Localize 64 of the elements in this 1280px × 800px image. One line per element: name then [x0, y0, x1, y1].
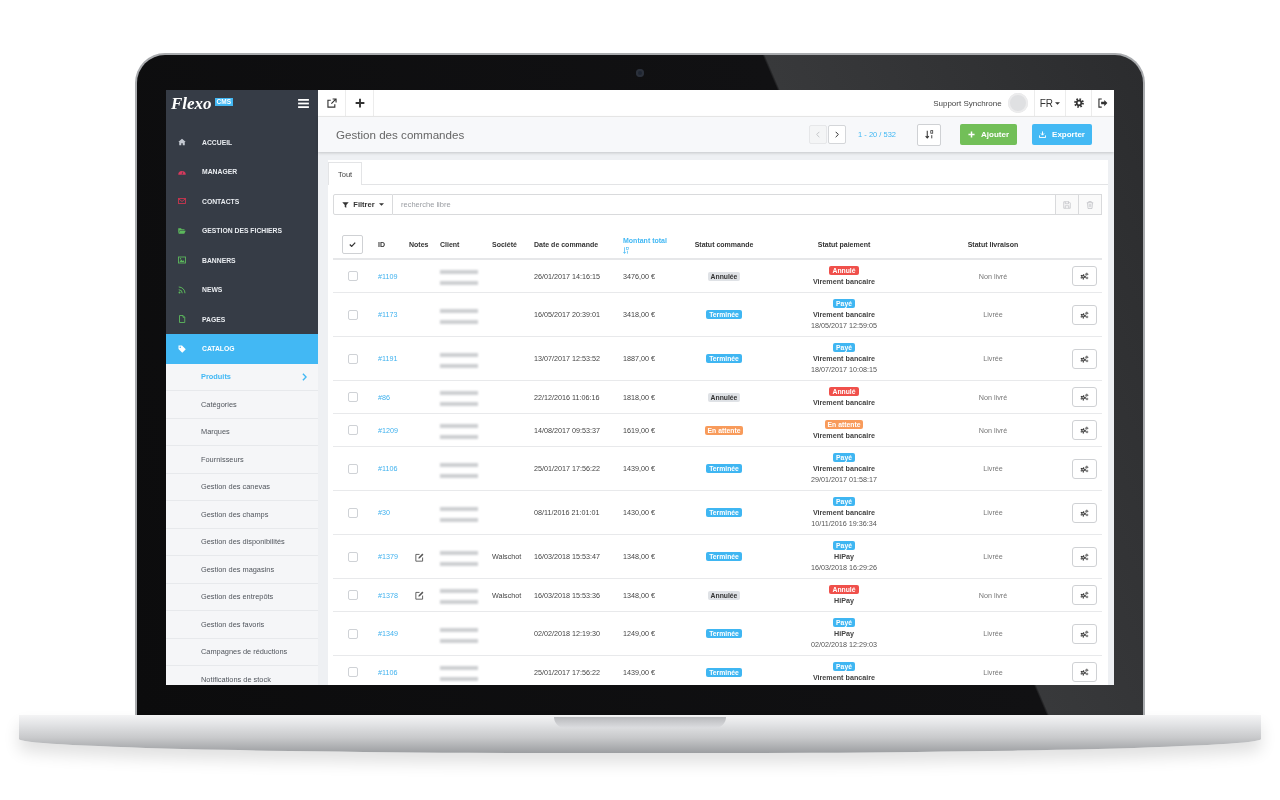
- gears-icon: [1080, 552, 1089, 561]
- sort-button[interactable]: [917, 123, 941, 146]
- image-icon: [178, 256, 186, 265]
- folder-icon: [178, 226, 186, 235]
- row-checkbox[interactable]: [348, 353, 358, 364]
- sort-icon: [623, 246, 629, 254]
- actions-button[interactable]: [1072, 266, 1097, 286]
- home-icon: [178, 138, 186, 147]
- actions-button[interactable]: [1072, 304, 1097, 325]
- row-checkbox[interactable]: [348, 628, 358, 639]
- row-checkbox[interactable]: [348, 551, 358, 562]
- row-checkbox[interactable]: [348, 271, 358, 281]
- chevron-right-icon: [835, 131, 840, 138]
- settings-icon: [1073, 98, 1084, 108]
- actions-button[interactable]: [1072, 623, 1097, 644]
- row-checkbox[interactable]: [348, 309, 358, 320]
- actions-button[interactable]: [1072, 546, 1097, 567]
- row-checkbox[interactable]: [348, 507, 358, 518]
- row-checkbox[interactable]: [348, 463, 358, 474]
- file-icon: [178, 315, 186, 324]
- caret-icon: [1055, 101, 1060, 105]
- row-checkbox[interactable]: [348, 667, 358, 677]
- page-title: Gestion des commandes: [336, 128, 466, 141]
- plus-icon: [354, 98, 365, 108]
- filter-icon: [342, 201, 350, 208]
- envelope-icon: [178, 197, 186, 206]
- gears-icon: [1080, 591, 1089, 599]
- actions-button[interactable]: [1072, 420, 1097, 440]
- logo-text: Flexo: [171, 95, 212, 112]
- gears-icon: [1080, 310, 1089, 319]
- edit-icon[interactable]: [415, 591, 424, 601]
- caret-icon: [378, 203, 384, 206]
- actions-button[interactable]: [1072, 585, 1097, 605]
- actions-button[interactable]: [1072, 458, 1097, 479]
- logout-icon: [1098, 98, 1108, 108]
- chevron-left-icon: [816, 131, 821, 138]
- actions-button[interactable]: [1072, 348, 1097, 369]
- gears-icon: [1080, 426, 1089, 434]
- edit-icon[interactable]: [415, 552, 424, 562]
- row-checkbox[interactable]: [348, 425, 358, 435]
- gears-icon: [1080, 668, 1089, 676]
- gears-icon: [1080, 272, 1089, 280]
- menu-icon[interactable]: [298, 99, 309, 108]
- plus-icon: [968, 131, 975, 138]
- rss-icon: [178, 285, 186, 294]
- row-checkbox[interactable]: [348, 590, 358, 600]
- row-checkbox[interactable]: [348, 392, 358, 402]
- gears-icon: [1080, 629, 1089, 638]
- actions-button[interactable]: [1072, 662, 1097, 682]
- webcam-icon: [636, 68, 644, 77]
- user-name[interactable]: Support Synchrone: [933, 98, 1002, 108]
- check-icon: [349, 242, 356, 247]
- gears-icon: [1080, 464, 1089, 473]
- actions-button[interactable]: [1072, 387, 1097, 407]
- trash-icon: [1086, 200, 1094, 209]
- gears-icon: [1080, 508, 1089, 517]
- external-link-icon: [326, 98, 337, 108]
- gears-icon: [1080, 354, 1089, 363]
- chevron-right-icon: [302, 372, 307, 381]
- tag-icon: [178, 344, 186, 353]
- download-icon: [1039, 131, 1047, 138]
- actions-button[interactable]: [1072, 502, 1097, 523]
- gears-icon: [1080, 393, 1089, 401]
- sort-icon: [924, 130, 934, 139]
